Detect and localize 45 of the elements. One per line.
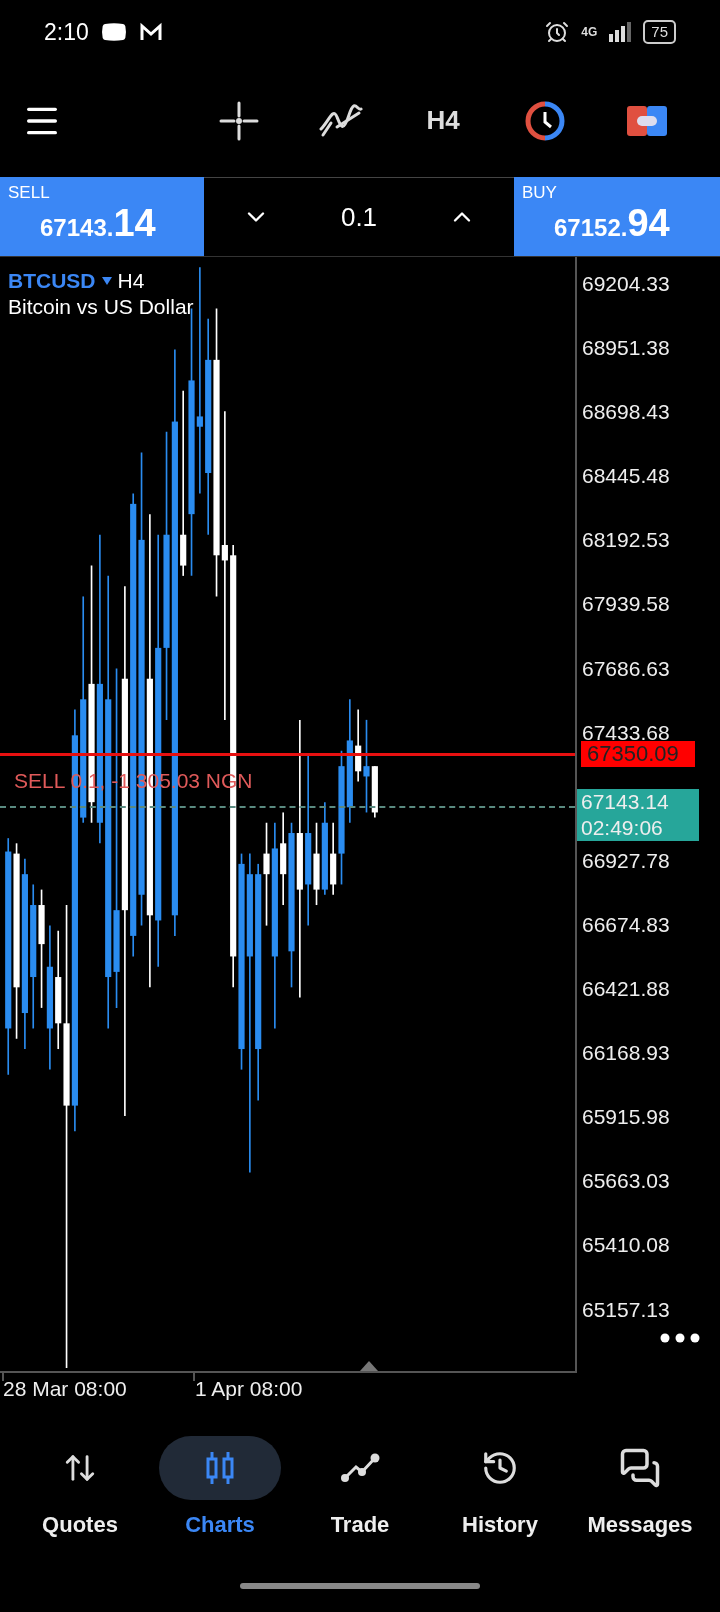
chart-timeframe: H4 [117,269,145,293]
signal-icon [609,22,632,42]
price-tick-label: 66674.83 [581,911,670,938]
buy-button[interactable]: BUY 67152.94 [514,177,720,256]
time-tick-label: 28 Mar 08:00 [3,1377,127,1401]
price-tick-label: 66168.93 [581,1040,670,1067]
nav-tab[interactable]: Messages [572,1435,708,1539]
history-icon [481,1449,519,1487]
indicator-icon[interactable] [319,102,363,139]
price-tick-label: 65157.13 [581,1296,670,1323]
dropdown-triangle-icon[interactable] [101,277,112,285]
time-tick-label: 1 Apr 08:00 [195,1377,303,1401]
price-tick-label: 68951.38 [581,335,670,362]
price-tick-label: 68192.53 [581,527,670,554]
symbol-description: Bitcoin vs US Dollar [8,295,194,319]
more-icon[interactable] [660,1333,700,1343]
nav-tab[interactable]: Trade [292,1435,428,1539]
timeframe-button[interactable]: H4 [426,105,460,136]
price-tick-label: 69204.33 [581,271,670,297]
battery-level: 75 [643,20,676,44]
volume-value[interactable]: 0.1 [340,201,378,233]
toggle-icon[interactable] [627,105,667,136]
sell-button[interactable]: SELL 67143.14 [0,177,204,256]
clock-time: 2:10 [44,18,89,46]
price-tick-label: 67686.63 [581,655,670,682]
nav-tab[interactable]: History [432,1435,568,1539]
price-tick-label: 68445.48 [581,463,670,490]
messages-icon [619,1447,661,1489]
scroll-marker-icon[interactable] [360,1361,378,1371]
crosshair-icon[interactable] [219,100,259,141]
price-tick-label: 65915.98 [581,1104,670,1131]
clock-icon[interactable] [525,100,565,141]
network-type: 4G [581,25,598,39]
price-tick-label: 66927.78 [581,847,670,874]
price-tick-label: 65663.03 [581,1168,670,1195]
price-tick-label: 66421.88 [581,976,670,1003]
price-tick-label: 68698.43 [581,399,670,426]
price-tick-label: 67939.58 [581,591,670,618]
alert-price-badge: 67350.09 [581,741,695,767]
mail-app-icon [138,22,163,42]
price-tick-label: 65410.08 [581,1232,670,1259]
alarm-icon [545,20,570,44]
symbol-name[interactable]: BTCUSD [8,269,96,293]
nav-tab[interactable]: Quotes [12,1435,148,1539]
current-price-badge: 67143.14 02:49:06 [577,788,699,841]
